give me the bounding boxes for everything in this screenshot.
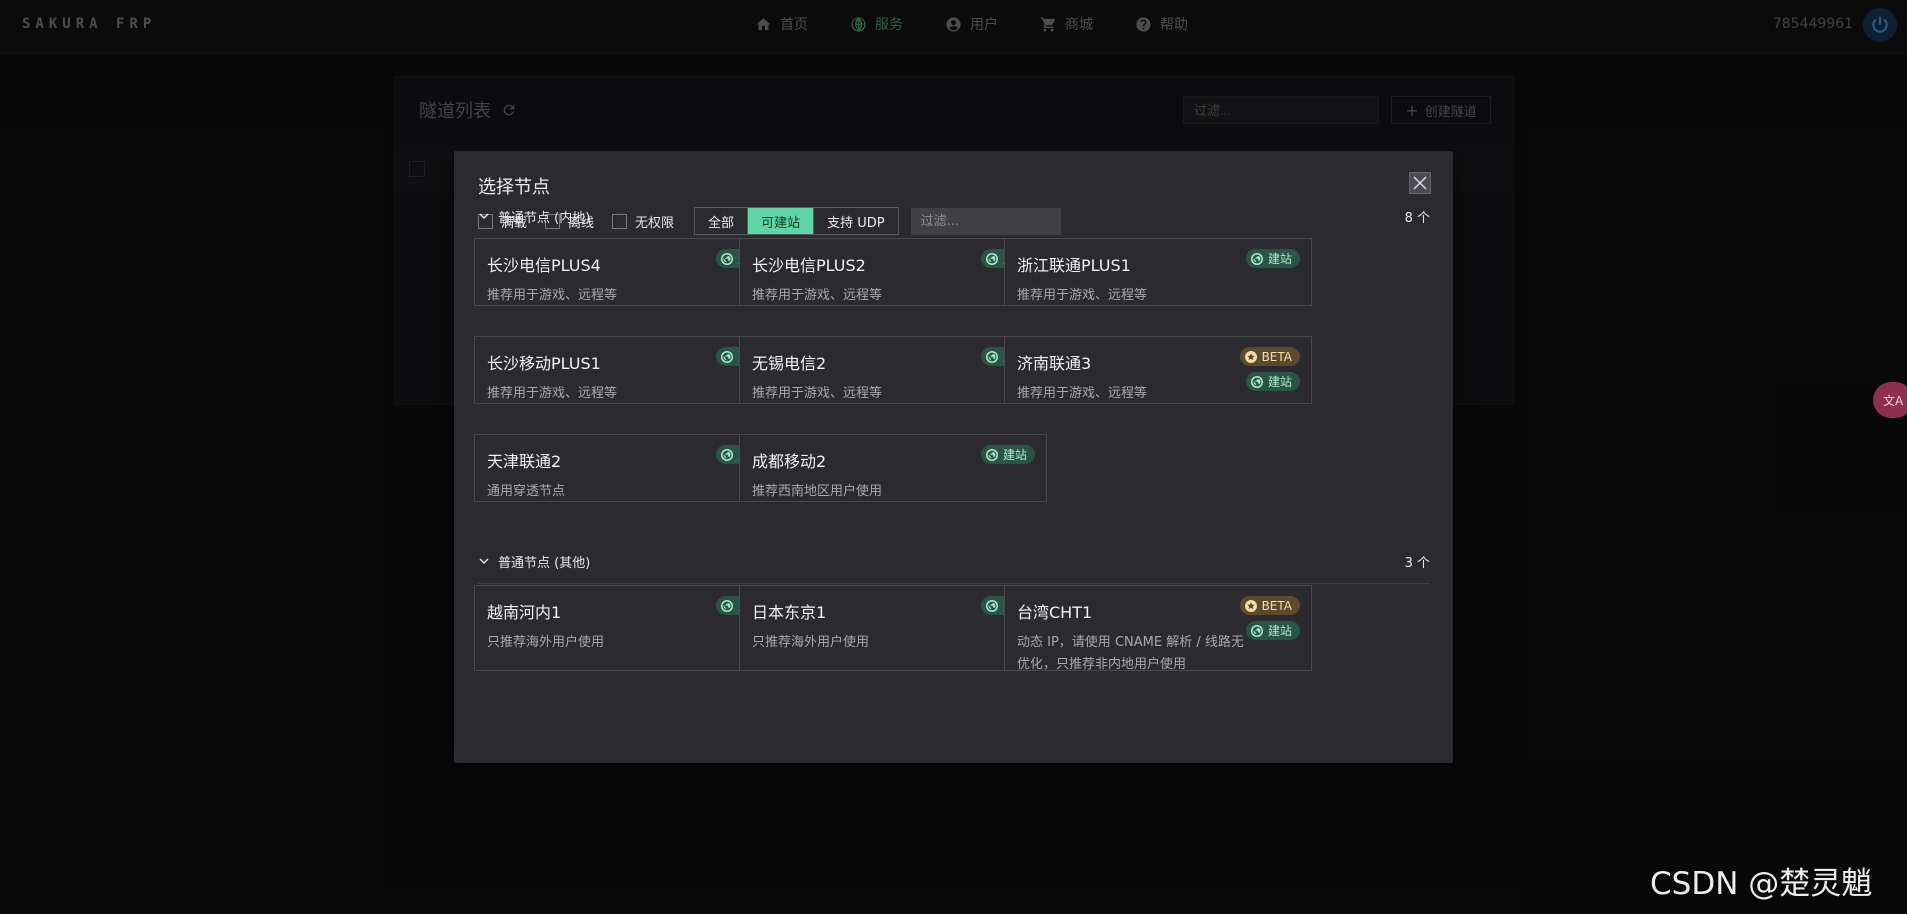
globe-icon [1250, 252, 1263, 265]
section-header-other: 普通节点 (其他) 3 个 [478, 551, 1430, 571]
node-name: 长沙移动PLUS1 [487, 354, 601, 373]
node-name: 济南联通3 [1017, 354, 1092, 373]
badge-label: 建站 [1267, 624, 1292, 638]
chevron-down-icon [479, 558, 489, 564]
node-card[interactable]: 长沙移动PLUS1推荐用于游戏、远程等建站 [474, 336, 782, 404]
node-card[interactable]: 日本东京1只推荐海外用户使用建站 [739, 585, 1047, 671]
node-card[interactable]: 越南河内1只推荐海外用户使用建站 [474, 585, 782, 671]
globe-icon [1250, 624, 1263, 637]
select-node-dialog: 选择节点 满载 离线 无权限 全部 可建站 支持 UDP 普通节点 (内地) 8… [454, 151, 1453, 763]
node-description: 动态 IP，请使用 CNAME 解析 / 线路无优化，只推荐非内地用户使用 [1017, 635, 1244, 672]
badge-label: 建站 [1267, 375, 1292, 389]
globe-icon [720, 252, 733, 265]
translate-icon: 文A [1883, 393, 1904, 408]
node-card[interactable]: 浙江联通PLUS1 推荐用于游戏、远程等 建站 [1004, 238, 1312, 306]
translate-float-button[interactable]: 文A [1873, 382, 1907, 418]
node-name: 天津联通2 [487, 452, 562, 471]
badge-label: BETA [1261, 349, 1292, 364]
node-name: 台湾CHT1 [1017, 603, 1093, 622]
node-description: 推荐用于游戏、远程等 [1017, 386, 1148, 401]
globe-icon [985, 599, 998, 612]
site-badge: 建站 [1245, 249, 1300, 268]
section-count: 3 个 [1404, 555, 1430, 571]
section-title: 普通节点 (其他) [498, 555, 591, 571]
globe-icon [985, 350, 998, 363]
node-card[interactable]: 天津联通2通用穿透节点建站 [474, 434, 782, 502]
globe-icon [985, 448, 998, 461]
node-description: 推荐用于游戏、远程等 [487, 288, 618, 303]
node-card[interactable]: 长沙电信PLUS4推荐用于游戏、远程等建站 [474, 238, 782, 306]
section-toggle[interactable]: 普通节点 (其他) [478, 552, 590, 571]
node-name: 成都移动2 [752, 452, 827, 471]
beta-badge: BETA [1239, 347, 1300, 366]
beta-badge: BETA [1239, 596, 1300, 615]
node-card[interactable]: 长沙电信PLUS2推荐用于游戏、远程等建站 [739, 238, 1047, 306]
badge-label: BETA [1261, 598, 1292, 613]
node-description: 推荐用于游戏、远程等 [487, 386, 618, 401]
node-description: 推荐用于游戏、远程等 [752, 386, 883, 401]
chevron-down-icon [479, 213, 489, 219]
node-description: 只推荐海外用户使用 [752, 635, 870, 650]
section-header-mainland: 普通节点 (内地) 8 个 [478, 206, 1430, 226]
node-name: 越南河内1 [487, 603, 562, 622]
section-toggle[interactable]: 普通节点 (内地) [478, 207, 590, 226]
site-badge: 建站 [980, 445, 1035, 464]
close-icon [1413, 176, 1427, 190]
watermark: CSDN @楚灵魈 [1650, 866, 1873, 902]
node-description: 通用穿透节点 [487, 484, 566, 499]
node-description: 推荐用于游戏、远程等 [752, 288, 883, 303]
node-name: 长沙电信PLUS2 [752, 256, 866, 275]
globe-icon [720, 350, 733, 363]
site-badge: 建站 [1245, 621, 1300, 640]
section-count: 8 个 [1404, 210, 1430, 226]
node-name: 浙江联通PLUS1 [1017, 256, 1131, 275]
node-name: 长沙电信PLUS4 [487, 256, 601, 275]
node-card[interactable]: 济南联通3 推荐用于游戏、远程等 BETA 建站 [1004, 336, 1312, 404]
globe-icon [720, 599, 733, 612]
node-card[interactable]: 无锡电信2推荐用于游戏、远程等建站 [739, 336, 1047, 404]
globe-icon [985, 252, 998, 265]
badge-label: 建站 [1002, 448, 1027, 462]
site-badge: 建站 [1245, 372, 1300, 391]
node-description: 推荐西南地区用户使用 [752, 484, 883, 499]
badge-label: 建站 [1267, 252, 1292, 266]
dialog-title: 选择节点 [478, 177, 550, 198]
star-icon [1244, 599, 1257, 612]
node-card[interactable]: 成都移动2 推荐西南地区用户使用 建站 [739, 434, 1047, 502]
node-description: 只推荐海外用户使用 [487, 635, 605, 650]
globe-icon [720, 448, 733, 461]
star-icon [1244, 350, 1257, 363]
node-description: 推荐用于游戏、远程等 [1017, 288, 1148, 303]
node-name: 日本东京1 [752, 603, 827, 622]
section-divider [478, 583, 1430, 584]
node-name: 无锡电信2 [752, 354, 827, 373]
node-card[interactable]: 台湾CHT1 动态 IP，请使用 CNAME 解析 / 线路无优化，只推荐非内地用… [1004, 585, 1312, 672]
section-title: 普通节点 (内地) [498, 210, 591, 226]
close-button[interactable] [1409, 172, 1431, 194]
globe-icon [1250, 375, 1263, 388]
